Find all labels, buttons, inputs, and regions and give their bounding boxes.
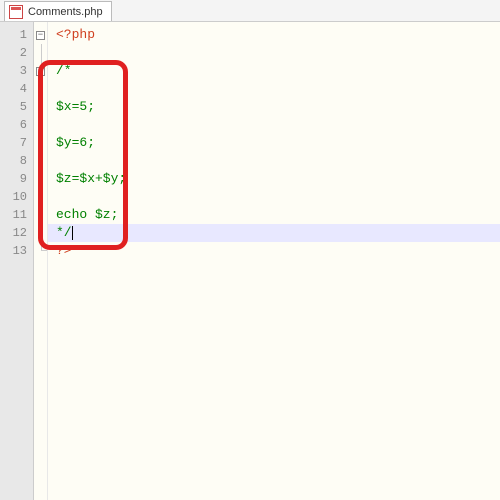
php-file-icon [9,5,23,19]
line-number: 11 [0,206,33,224]
code-editor: Comments.php 1 2 3 4 5 6 7 8 9 10 11 12 … [0,0,500,500]
code-text: /* [56,63,72,78]
line-number: 2 [0,44,33,62]
code-text: $y=6; [56,135,95,150]
text-caret [72,226,73,240]
line-number: 7 [0,134,33,152]
fold-strip: − − [34,22,48,500]
code-text: <?php [56,27,95,42]
fold-guide [41,152,42,170]
code-text: */ [56,225,72,240]
line-number: 4 [0,80,33,98]
fold-guide [41,98,42,116]
code-text: ?> [56,243,72,258]
fold-guide [41,134,42,152]
line-number: 9 [0,170,33,188]
file-tab[interactable]: Comments.php [4,1,112,21]
code-area[interactable]: 1 2 3 4 5 6 7 8 9 10 11 12 13 − − [0,22,500,500]
fold-guide [41,188,42,206]
line-number: 13 [0,242,33,260]
code-text: $x=5; [56,99,95,114]
tab-filename: Comments.php [28,6,103,18]
fold-guide [41,206,42,224]
code-content[interactable]: <?php /* $x=5; $y=6; $z=$x+$y; echo $z; … [48,22,500,500]
line-number: 10 [0,188,33,206]
fold-guide [41,80,42,98]
fold-guide [41,116,42,134]
code-text: $z=$x+$y; [56,171,126,186]
line-number: 5 [0,98,33,116]
code-text: echo $z; [56,207,118,222]
fold-end [41,242,47,251]
line-number: 8 [0,152,33,170]
line-number: 6 [0,116,33,134]
fold-guide [41,62,42,80]
line-number: 12 [0,224,33,242]
line-number: 3 [0,62,33,80]
tab-bar: Comments.php [0,0,500,22]
fold-guide [41,44,42,62]
line-number-gutter: 1 2 3 4 5 6 7 8 9 10 11 12 13 [0,22,34,500]
fold-guide [41,170,42,188]
fold-toggle-icon[interactable]: − [36,31,45,40]
fold-guide [41,224,42,242]
line-number: 1 [0,26,33,44]
